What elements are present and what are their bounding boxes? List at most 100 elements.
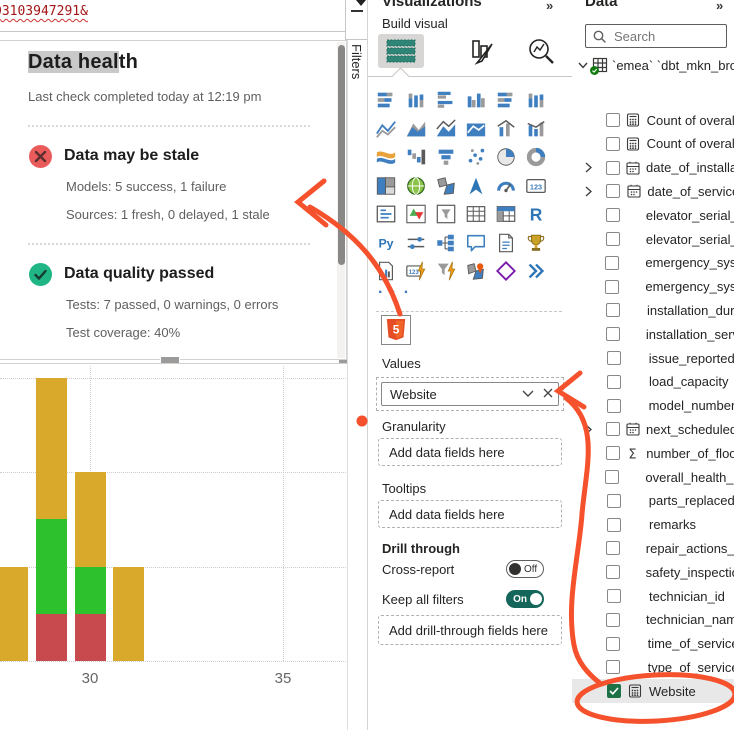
viz-line-and-stacked-column-chart[interactable] (464, 117, 488, 141)
field-checkbox[interactable] (607, 375, 621, 389)
field-checkbox[interactable] (606, 613, 620, 627)
field-checkbox[interactable] (607, 589, 621, 603)
field-checkbox[interactable] (605, 256, 619, 270)
data-health-card[interactable]: Data health Last check completed today a… (0, 40, 347, 360)
viz-stacked-bar-chart[interactable] (374, 88, 398, 112)
field-checkbox[interactable] (607, 494, 621, 508)
field-checkbox[interactable] (606, 660, 620, 674)
bar-segment-yellow[interactable] (36, 378, 67, 520)
viz-metrics[interactable] (524, 231, 548, 255)
field-row-technician_name[interactable]: technician_name (572, 608, 734, 632)
bar-segment-green[interactable] (75, 567, 106, 614)
field-checkbox[interactable] (607, 684, 621, 698)
viz-slicer[interactable] (434, 202, 458, 226)
viz-q-and-a[interactable] (464, 231, 488, 255)
tooltips-field-well[interactable]: Add data fields here (378, 500, 562, 528)
field-checkbox[interactable] (606, 184, 620, 198)
viz-100-stacked-column-chart[interactable] (524, 88, 548, 112)
field-row-date_of_service[interactable]: date_of_service (572, 179, 734, 203)
viz-ribbon-chart[interactable] (524, 117, 548, 141)
viz-clustered-bar-chart[interactable] (434, 88, 458, 112)
field-row-elevator_serial_[interactable]: elevator_serial_.. (572, 227, 734, 251)
drill-through-field-well[interactable]: Add drill-through fields here (378, 615, 562, 645)
analytics-icon[interactable] (526, 38, 556, 71)
field-checkbox[interactable] (606, 446, 620, 460)
minimize-icon[interactable] (351, 10, 363, 12)
field-checkbox[interactable] (607, 351, 621, 365)
card-scrollbar-thumb[interactable] (338, 45, 345, 265)
filters-pane-collapsed[interactable] (347, 0, 368, 730)
viz-waterfall-chart[interactable] (374, 145, 398, 169)
viz-line-chart[interactable] (374, 117, 398, 141)
field-row-load_capacity[interactable]: load_capacity (572, 370, 734, 394)
keep-all-filters-toggle[interactable]: On (506, 590, 544, 608)
viz-azure-map[interactable] (464, 174, 488, 198)
field-row-countofoveral[interactable]: Count of overal.. (572, 132, 734, 156)
viz-100-stacked-bar-chart[interactable] (494, 88, 518, 112)
html-custom-visual-icon[interactable]: 5 (381, 315, 411, 345)
viz-matrix[interactable] (494, 202, 518, 226)
field-checkbox[interactable] (607, 518, 621, 532)
field-row-time_of_service[interactable]: time_of_service (572, 632, 734, 656)
cross-report-toggle[interactable]: Off (506, 560, 544, 578)
viz-kpi[interactable] (404, 202, 428, 226)
viz-line-and-clustered-column-chart[interactable] (494, 117, 518, 141)
expand-chevron-icon[interactable] (585, 162, 596, 173)
collapse-pane-icon[interactable]: » (716, 0, 723, 13)
collapse-pane-icon[interactable]: » (546, 0, 553, 13)
stacked-column-chart-visual[interactable]: 3035 (0, 363, 351, 730)
field-checkbox[interactable] (606, 232, 620, 246)
field-checkbox[interactable] (606, 565, 620, 579)
more-visuals-button[interactable]: . . . (378, 280, 410, 298)
field-checkbox[interactable] (606, 541, 620, 555)
field-checkbox[interactable] (605, 280, 619, 294)
build-visual-icon[interactable] (386, 38, 416, 69)
viz-power-automate[interactable] (524, 259, 548, 283)
bar-segment-yellow[interactable] (75, 472, 106, 566)
field-row-elevator_serial_[interactable]: elevator_serial_.. (572, 203, 734, 227)
viz-gauge[interactable] (494, 174, 518, 198)
viz-pie-chart[interactable] (464, 145, 488, 169)
table-tree-root[interactable]: `emea` `dbt_mkn_bron.. (578, 57, 734, 73)
expand-chevron-icon[interactable] (585, 424, 596, 435)
bar-segment-red[interactable] (75, 614, 106, 661)
field-row-countofoveral[interactable]: Count of overal.. (572, 108, 734, 132)
viz-funnel-chart[interactable] (404, 145, 428, 169)
field-checkbox[interactable] (606, 113, 620, 127)
field-checkbox[interactable] (606, 422, 620, 436)
field-row-date_of_installa[interactable]: date_of_installa.. (572, 156, 734, 180)
field-checkbox[interactable] (606, 137, 620, 151)
field-row-installation_serv[interactable]: installation_serv.. (572, 322, 734, 346)
viz-decomposition-tree[interactable] (434, 231, 458, 255)
field-row-emergency_syst[interactable]: emergency_syst.. (572, 251, 734, 275)
viz-treemap-2[interactable] (374, 174, 398, 198)
field-checkbox[interactable] (607, 399, 621, 413)
field-row-installation_dur[interactable]: installation_dur.. (572, 298, 734, 322)
field-row-website[interactable]: Website (572, 679, 734, 703)
filters-pane-label[interactable]: Filters (349, 44, 364, 79)
viz-slicer-new[interactable] (434, 259, 458, 283)
viz-table[interactable] (464, 202, 488, 226)
viz-area-chart[interactable] (404, 117, 428, 141)
remove-field-icon[interactable] (538, 387, 558, 401)
bar-segment-yellow[interactable] (0, 567, 28, 661)
field-row-issue_reported[interactable]: issue_reported (572, 346, 734, 370)
viz-power-apps[interactable] (494, 259, 518, 283)
bar-segment-yellow[interactable] (113, 567, 144, 661)
viz-scatter-chart[interactable] (434, 145, 458, 169)
viz-smart-narrative[interactable] (494, 231, 518, 255)
field-checkbox[interactable] (605, 470, 619, 484)
viz-filled-map[interactable] (434, 174, 458, 198)
field-row-emergency_syst[interactable]: emergency_syst.. (572, 275, 734, 299)
viz-key-influencers[interactable] (404, 231, 428, 255)
field-row-safety_inspectio[interactable]: safety_inspectio.. (572, 560, 734, 584)
website-field-chip[interactable]: Website (381, 382, 559, 406)
viz-treemap[interactable] (524, 145, 548, 169)
field-checkbox[interactable] (606, 637, 620, 651)
field-row-parts_replaced[interactable]: parts_replaced (572, 489, 734, 513)
field-checkbox[interactable] (606, 327, 620, 341)
field-checkbox[interactable] (606, 161, 620, 175)
search-box[interactable] (585, 24, 727, 48)
field-checkbox[interactable] (606, 208, 620, 222)
format-visual-icon[interactable] (468, 38, 498, 71)
